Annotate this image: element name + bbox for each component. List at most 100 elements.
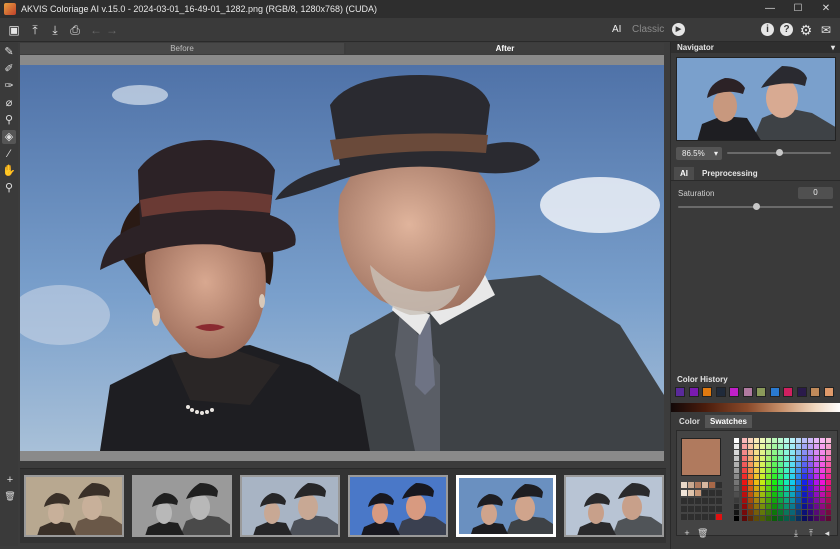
recent-swatch[interactable] bbox=[716, 506, 722, 512]
palette-swatch[interactable] bbox=[826, 456, 831, 461]
palette-swatch[interactable] bbox=[802, 486, 807, 491]
tab-preprocessing[interactable]: Preprocessing bbox=[696, 167, 764, 180]
palette-swatch[interactable] bbox=[790, 498, 795, 503]
palette-swatch[interactable] bbox=[784, 498, 789, 503]
mode-classic-button[interactable]: Classic bbox=[632, 24, 664, 35]
color-history-swatch[interactable] bbox=[796, 387, 807, 397]
image-icon[interactable]: ▣ bbox=[6, 22, 22, 38]
palette-swatch[interactable] bbox=[796, 486, 801, 491]
grey-swatch[interactable] bbox=[734, 468, 739, 473]
palette-swatch[interactable] bbox=[742, 444, 747, 449]
hand-icon[interactable]: ✋ bbox=[2, 164, 16, 178]
palette-swatch[interactable] bbox=[784, 486, 789, 491]
palette-swatch[interactable] bbox=[742, 498, 747, 503]
image-canvas[interactable] bbox=[20, 55, 664, 461]
palette-swatch[interactable] bbox=[820, 486, 825, 491]
palette-swatch[interactable] bbox=[766, 474, 771, 479]
palette-swatch[interactable] bbox=[748, 510, 753, 515]
palette-swatch[interactable] bbox=[820, 468, 825, 473]
navigator-preview[interactable] bbox=[676, 57, 836, 141]
palette-swatch[interactable] bbox=[772, 438, 777, 443]
palette-swatch[interactable] bbox=[826, 504, 831, 509]
grey-swatch[interactable] bbox=[734, 510, 739, 515]
palette-swatch[interactable] bbox=[772, 516, 777, 521]
palette-swatch[interactable] bbox=[796, 492, 801, 497]
recent-swatch[interactable] bbox=[681, 498, 687, 504]
palette-swatch[interactable] bbox=[778, 510, 783, 515]
help-icon[interactable]: ? bbox=[780, 23, 793, 36]
palette-swatch[interactable] bbox=[772, 468, 777, 473]
swatch-palette[interactable] bbox=[734, 438, 834, 522]
palette-swatch[interactable] bbox=[802, 456, 807, 461]
color-history-swatch[interactable] bbox=[769, 387, 780, 397]
palette-swatch[interactable] bbox=[754, 468, 759, 473]
recent-swatch[interactable] bbox=[702, 482, 708, 488]
recent-swatch[interactable] bbox=[695, 498, 701, 504]
palette-swatch[interactable] bbox=[820, 474, 825, 479]
filmstrip-thumbnail[interactable] bbox=[240, 475, 340, 537]
palette-swatch[interactable] bbox=[772, 498, 777, 503]
zoom-slider-handle[interactable] bbox=[776, 149, 783, 156]
palette-swatch[interactable] bbox=[760, 510, 765, 515]
palette-swatch[interactable] bbox=[754, 456, 759, 461]
palette-swatch[interactable] bbox=[814, 468, 819, 473]
recent-swatch[interactable] bbox=[695, 490, 701, 496]
grey-swatch[interactable] bbox=[734, 504, 739, 509]
palette-swatch[interactable] bbox=[796, 456, 801, 461]
palette-swatch[interactable] bbox=[826, 498, 831, 503]
palette-swatch[interactable] bbox=[766, 456, 771, 461]
color-history-swatch[interactable] bbox=[783, 387, 793, 397]
grey-swatch[interactable] bbox=[734, 498, 739, 503]
palette-swatch[interactable] bbox=[778, 444, 783, 449]
palette-swatch[interactable] bbox=[820, 444, 825, 449]
recent-swatch[interactable] bbox=[688, 506, 694, 512]
palette-swatch[interactable] bbox=[766, 480, 771, 485]
palette-swatch[interactable] bbox=[772, 450, 777, 455]
palette-swatch[interactable] bbox=[754, 444, 759, 449]
palette-swatch[interactable] bbox=[826, 516, 831, 521]
palette-swatch[interactable] bbox=[742, 456, 747, 461]
color-history-swatch[interactable] bbox=[702, 387, 712, 397]
recent-swatch[interactable] bbox=[716, 498, 722, 504]
palette-swatch[interactable] bbox=[766, 462, 771, 467]
palette-swatch[interactable] bbox=[790, 468, 795, 473]
palette-swatch[interactable] bbox=[790, 486, 795, 491]
palette-swatch[interactable] bbox=[772, 486, 777, 491]
palette-swatch[interactable] bbox=[760, 456, 765, 461]
recent-swatch[interactable] bbox=[709, 490, 715, 496]
export-icon[interactable]: ⤒ bbox=[806, 528, 816, 538]
color-history-swatch[interactable] bbox=[756, 387, 766, 397]
add-swatch-icon[interactable]: + bbox=[682, 528, 692, 538]
palette-swatch[interactable] bbox=[754, 510, 759, 515]
palette-swatch[interactable] bbox=[808, 492, 813, 497]
palette-swatch[interactable] bbox=[766, 510, 771, 515]
palette-swatch[interactable] bbox=[814, 462, 819, 467]
palette-swatch[interactable] bbox=[796, 438, 801, 443]
palette-swatch[interactable] bbox=[772, 474, 777, 479]
palette-swatch[interactable] bbox=[796, 468, 801, 473]
palette-swatch[interactable] bbox=[802, 498, 807, 503]
palette-swatch[interactable] bbox=[814, 486, 819, 491]
run-icon[interactable]: ▶ bbox=[672, 23, 685, 36]
recent-swatch[interactable] bbox=[702, 498, 708, 504]
recent-swatch[interactable] bbox=[709, 506, 715, 512]
palette-swatch[interactable] bbox=[748, 462, 753, 467]
eraser-icon[interactable]: ⌀ bbox=[2, 96, 16, 110]
palette-swatch[interactable] bbox=[790, 504, 795, 509]
chevron-down-icon[interactable]: ▾ bbox=[831, 42, 835, 53]
palette-swatch[interactable] bbox=[802, 504, 807, 509]
color-history-swatch[interactable] bbox=[675, 387, 685, 397]
palette-swatch[interactable] bbox=[826, 480, 831, 485]
palette-swatch[interactable] bbox=[754, 486, 759, 491]
save-icon[interactable]: ⤓ bbox=[47, 22, 63, 38]
palette-swatch[interactable] bbox=[790, 492, 795, 497]
filmstrip-thumbnail[interactable] bbox=[132, 475, 232, 537]
filmstrip-thumbnail[interactable] bbox=[348, 475, 448, 537]
print-icon[interactable]: ⎙ bbox=[67, 22, 83, 38]
open-icon[interactable]: ⤒ bbox=[27, 22, 43, 38]
palette-swatch[interactable] bbox=[760, 462, 765, 467]
palette-swatch[interactable] bbox=[760, 474, 765, 479]
palette-swatch[interactable] bbox=[748, 468, 753, 473]
palette-swatch[interactable] bbox=[808, 444, 813, 449]
undo-icon[interactable]: ← bbox=[88, 22, 104, 38]
